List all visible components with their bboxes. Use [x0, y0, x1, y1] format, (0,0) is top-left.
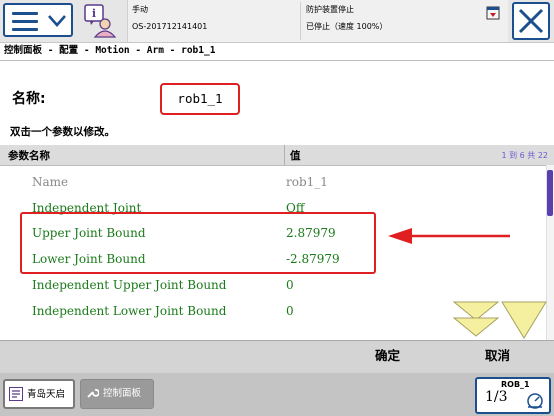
run-state: 已停止（速度 100%）: [306, 22, 388, 31]
double-chevron-down-icon[interactable]: [452, 301, 500, 337]
robot-name: ROB_1: [501, 380, 530, 389]
task-tab-label: 控制面板: [103, 388, 142, 399]
wrench-icon: [87, 389, 99, 398]
table-row[interactable]: Name rob1_1: [0, 170, 546, 196]
close-icon: [518, 8, 544, 34]
task-tab-control-panel[interactable]: 控制面板: [80, 379, 154, 409]
main-menu-button[interactable]: [3, 3, 73, 37]
annotation-arrow-icon: [388, 228, 510, 244]
action-bar: 确定 取消: [0, 340, 554, 374]
name-value: rob1_1: [160, 83, 240, 115]
triangle-down-icon[interactable]: [501, 301, 547, 339]
scroll-buttons: [452, 301, 547, 339]
param-name: Independent Upper Joint Bound: [32, 278, 227, 292]
param-name: Name: [32, 175, 69, 189]
param-name: Independent Lower Joint Bound: [32, 304, 227, 318]
breadcrumb: 控制面板 - 配置 - Motion - Arm - rob1_1: [4, 45, 216, 56]
program-window-icon: [9, 387, 23, 401]
column-header-value: 值: [290, 150, 301, 162]
column-header-param-name: 参数名称: [8, 150, 50, 162]
controller-id: OS-201712141401: [132, 22, 208, 31]
close-button[interactable]: [512, 2, 550, 40]
task-tab-program[interactable]: 青岛天启: [3, 379, 75, 409]
svg-text:i: i: [92, 7, 96, 20]
status-panel: 手动 OS-201712141401 防护装置停止 已停止（速度 100%）: [127, 0, 508, 42]
ok-button[interactable]: 确定: [340, 341, 435, 373]
divider: [0, 60, 554, 61]
table-header: 参数名称 值 1 到 6 共 22: [0, 145, 554, 166]
task-bar: 青岛天启 控制面板: [0, 373, 554, 416]
chevron-down-icon: [48, 15, 66, 27]
operating-mode: 手动: [132, 5, 148, 14]
instruction-text: 双击一个参数以修改。: [10, 126, 115, 138]
scrollbar-thumb[interactable]: [547, 170, 553, 216]
task-fraction: 1/3: [485, 389, 508, 405]
cancel-button[interactable]: 取消: [450, 341, 545, 373]
quickset-button[interactable]: ROB_1 1/3: [475, 377, 551, 414]
window-minimize-icon[interactable]: [486, 6, 500, 20]
param-value: rob1_1: [286, 175, 328, 189]
annotation-highlight-box: [20, 212, 376, 274]
hamburger-menu-icon: [12, 12, 38, 31]
table-row[interactable]: Independent Upper Joint Bound 0: [0, 273, 546, 299]
robot-info-icon[interactable]: i: [82, 3, 118, 39]
task-tab-label: 青岛天启: [27, 389, 66, 400]
name-label: 名称:: [12, 91, 46, 107]
row-range-info: 1 到 6 共 22: [501, 151, 548, 160]
param-value: 0: [286, 278, 294, 292]
speed-icon: [527, 393, 543, 409]
param-value: 0: [286, 304, 294, 318]
safety-state: 防护装置停止: [306, 5, 354, 14]
